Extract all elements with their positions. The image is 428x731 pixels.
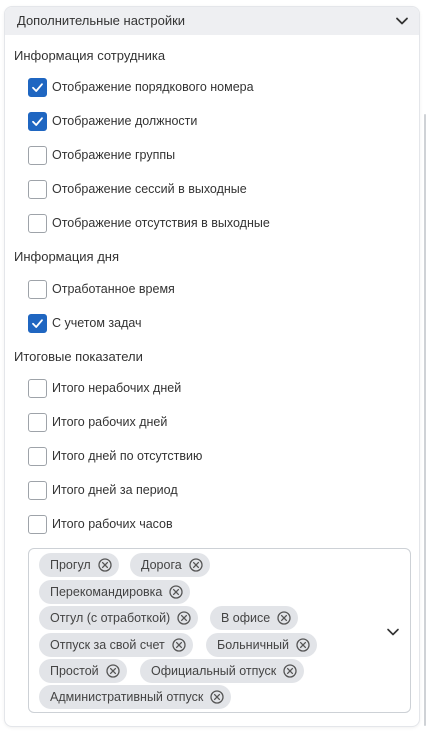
chip-label: Перекомандировка <box>50 585 163 599</box>
checkbox[interactable] <box>28 179 47 199</box>
option-worked-time[interactable]: Отработанное время <box>28 279 175 299</box>
option-show-group[interactable]: Отображение группы <box>28 145 175 165</box>
chip[interactable]: Простой <box>39 659 127 683</box>
scrollbar[interactable] <box>424 114 426 726</box>
panel-title: Дополнительные настройки <box>17 13 186 28</box>
remove-circle-icon[interactable] <box>189 558 203 572</box>
option-show-position[interactable]: Отображение должности <box>28 111 197 131</box>
option-label: Итого рабочих дней <box>52 415 168 429</box>
check-icon <box>32 82 43 92</box>
option-label: С учетом задач <box>52 316 142 330</box>
option-label: Отображение должности <box>52 114 198 128</box>
chip[interactable]: Отпуск за свой счет <box>39 633 193 657</box>
checkbox[interactable] <box>28 446 47 466</box>
chip-label: Официальный отпуск <box>151 664 277 678</box>
option-show-sequence-number[interactable]: Отображение порядкового номера <box>28 77 254 97</box>
checkbox[interactable] <box>28 279 47 299</box>
option-show-weekend-sessions[interactable]: Отображение сессий в выходные <box>28 179 247 199</box>
chip-label: Административный отпуск <box>50 690 204 704</box>
option-label: Отработанное время <box>52 282 175 296</box>
option-show-weekend-absence[interactable]: Отображение отсутствия в выходные <box>28 213 270 233</box>
option-label: Итого дней по отсутствию <box>52 449 203 463</box>
checkbox[interactable] <box>28 412 47 432</box>
checkbox[interactable] <box>28 313 47 333</box>
checkbox[interactable] <box>28 111 47 131</box>
remove-circle-icon[interactable] <box>177 611 191 625</box>
option-label: Отображение группы <box>52 148 176 162</box>
checkbox[interactable] <box>28 145 47 165</box>
checkbox[interactable] <box>28 213 47 233</box>
checkbox[interactable] <box>28 77 47 97</box>
remove-circle-icon[interactable] <box>169 585 184 599</box>
chip-label: В офисе <box>221 611 271 625</box>
remove-circle-icon[interactable] <box>98 558 112 572</box>
remove-circle-icon[interactable] <box>172 638 186 652</box>
option-label: Отображение отсутствия в выходные <box>52 216 270 230</box>
section-title-day-info: Информация дня <box>14 249 120 264</box>
chip-label: Отпуск за свой счет <box>50 638 165 652</box>
chip[interactable]: Отгул (с отработкой) <box>39 606 199 630</box>
section-title-totals: Итоговые показатели <box>14 349 143 364</box>
option-label: Итого нерабочих дней <box>52 381 182 395</box>
chip-label: Отгул (с отработкой) <box>50 611 171 625</box>
remove-circle-icon[interactable] <box>296 638 310 652</box>
chip-label: Дорога <box>141 558 182 572</box>
remove-circle-icon[interactable] <box>277 611 291 625</box>
chip[interactable]: Больничный <box>206 633 317 657</box>
section-title-employee-info: Информация сотрудника <box>14 48 166 63</box>
chevron-down-icon[interactable] <box>386 625 400 639</box>
remove-circle-icon[interactable] <box>106 664 120 678</box>
chip[interactable]: Официальный отпуск <box>140 659 305 683</box>
chip[interactable]: Дорога <box>130 553 210 577</box>
chip[interactable]: В офисе <box>210 606 299 630</box>
option-with-tasks[interactable]: С учетом задач <box>28 313 142 333</box>
checkbox[interactable] <box>28 480 47 500</box>
chip[interactable]: Перекомандировка <box>39 580 191 604</box>
option-total-absence-days[interactable]: Итого дней по отсутствию <box>28 446 202 466</box>
checkbox[interactable] <box>28 378 47 398</box>
chevron-down-icon[interactable] <box>395 14 409 28</box>
option-total-period-days[interactable]: Итого дней за период <box>28 480 178 500</box>
option-label: Отображение порядкового номера <box>52 80 254 94</box>
chip-label: Прогул <box>50 558 91 572</box>
chip-label: Больничный <box>217 638 289 652</box>
check-icon <box>32 116 43 126</box>
additional-settings-header[interactable]: Дополнительные настройки <box>5 7 419 35</box>
checkbox[interactable] <box>28 514 47 534</box>
chip[interactable]: Административный отпуск <box>39 685 232 709</box>
option-total-working-days[interactable]: Итого рабочих дней <box>28 412 167 432</box>
chip-label: Простой <box>50 664 99 678</box>
option-total-non-working-days[interactable]: Итого нерабочих дней <box>28 378 181 398</box>
chip[interactable]: Прогул <box>39 553 119 577</box>
remove-circle-icon[interactable] <box>210 690 225 704</box>
option-label: Итого рабочих часов <box>52 517 173 531</box>
check-icon <box>32 318 43 328</box>
absence-types-multiselect[interactable]: Прогул Дорога Перекомандировка Отгул (с … <box>28 548 411 713</box>
option-label: Отображение сессий в выходные <box>52 182 247 196</box>
remove-circle-icon[interactable] <box>283 664 297 678</box>
option-label: Итого дней за период <box>52 483 178 497</box>
option-total-working-hours[interactable]: Итого рабочих часов <box>28 514 173 534</box>
